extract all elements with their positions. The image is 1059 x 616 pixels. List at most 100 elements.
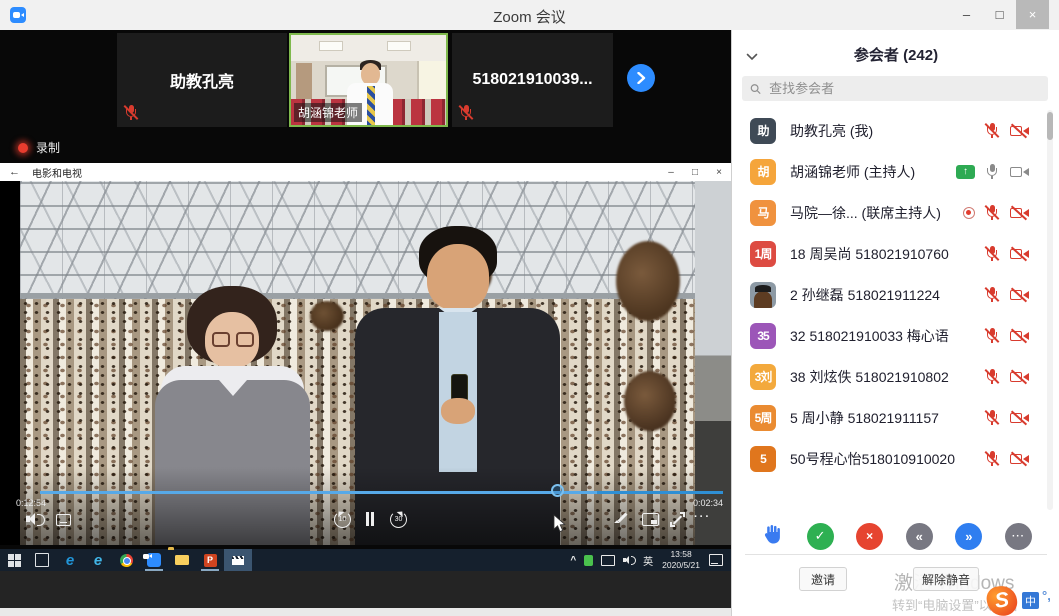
invite-button[interactable]: 邀请 [799, 567, 847, 591]
video-tile-active-speaker[interactable]: 胡涵锦老师 [289, 33, 448, 127]
participant-name: 38 刘炫佚 518021910802 [790, 367, 949, 387]
camera-muted-icon[interactable] [1009, 451, 1030, 467]
forward-30-button[interactable]: 30 [390, 511, 407, 528]
participant-name: 32 518021910033 梅心语 [790, 326, 949, 346]
scrollbar-thumb[interactable] [1047, 112, 1053, 140]
mic-muted-icon[interactable] [984, 368, 1000, 385]
avatar: 5周 [750, 405, 776, 431]
search-icon [750, 83, 761, 95]
ime-punctuation-indicator: °, [1042, 588, 1051, 603]
window-title: Zoom 会议 [0, 6, 1059, 27]
yes-button[interactable]: ✓ [807, 523, 834, 550]
tile-name: 518021910039... [472, 71, 592, 89]
player-minimize-button[interactable]: – [659, 167, 683, 178]
zoom-taskbar-icon[interactable] [140, 549, 168, 571]
rewind-10-button[interactable]: 10 [334, 511, 351, 528]
mic-muted-icon[interactable] [984, 409, 1000, 426]
mic-muted-icon[interactable] [984, 245, 1000, 262]
edit-icon[interactable] [614, 511, 630, 527]
participant-name: 胡涵锦老师 (主持人) [790, 162, 915, 182]
faster-button[interactable]: » [955, 523, 982, 550]
camera-on-icon[interactable] [1009, 164, 1030, 180]
remaining-time: 0:02:34 [693, 498, 723, 508]
tray-volume-icon[interactable] [623, 555, 635, 565]
seek-handle[interactable] [551, 484, 564, 497]
mini-view-icon[interactable] [642, 513, 659, 526]
camera-muted-icon[interactable] [1009, 205, 1030, 221]
next-participants-button[interactable] [627, 64, 655, 92]
avatar-photo [750, 282, 776, 308]
screen-share-badge: ↑ [956, 165, 975, 179]
mic-on-icon[interactable] [984, 163, 1000, 180]
mic-muted-icon[interactable] [984, 204, 1000, 221]
back-arrow-icon[interactable]: ← [9, 166, 20, 178]
file-explorer-icon[interactable] [168, 549, 196, 571]
participant-name: 5 周小静 518021911157 [790, 408, 939, 428]
start-button[interactable] [0, 549, 28, 571]
camera-muted-icon[interactable] [1009, 410, 1030, 426]
participant-row[interactable]: 5周 5 周小静 518021911157 [732, 397, 1059, 438]
raise-hand-button[interactable] [760, 522, 784, 551]
network-icon[interactable] [601, 555, 615, 566]
tray-chevron-icon[interactable]: ^ [570, 555, 576, 566]
slower-button[interactable]: « [906, 523, 933, 550]
player-maximize-button[interactable]: □ [683, 167, 707, 178]
participant-row[interactable]: 2 孙继磊 518021911224 [732, 274, 1059, 315]
chrome-icon[interactable] [112, 549, 140, 571]
camera-muted-icon[interactable] [1009, 123, 1030, 139]
powerpoint-icon[interactable]: P [196, 549, 224, 571]
close-button[interactable]: × [1016, 0, 1049, 29]
fullscreen-icon[interactable] [670, 512, 685, 527]
participant-row[interactable]: 助 助教孔亮 (我) [732, 110, 1059, 151]
seek-bar[interactable] [40, 491, 723, 494]
minimize-button[interactable]: – [950, 0, 983, 29]
participant-row[interactable]: 马 马院—徐... (联席主持人) [732, 192, 1059, 233]
camera-muted-icon[interactable] [1009, 369, 1030, 385]
search-box[interactable] [742, 76, 1048, 101]
participant-row[interactable]: 胡 胡涵锦老师 (主持人) ↑ [732, 151, 1059, 192]
video-tile-participant-1[interactable]: 助教孔亮 [117, 33, 287, 127]
ime-chinese-badge[interactable]: 中 [1022, 592, 1039, 609]
tray-date: 2020/5/21 [662, 560, 700, 571]
task-view-button[interactable] [28, 549, 56, 571]
scrollbar[interactable] [1047, 110, 1053, 510]
camera-muted-icon[interactable] [1009, 287, 1030, 303]
participant-name: 18 周吴尚 518021910760 [790, 244, 949, 264]
recording-label: 录制 [36, 139, 60, 156]
more-reactions-button[interactable]: ··· [1005, 523, 1032, 550]
mic-muted-icon[interactable] [984, 286, 1000, 303]
maximize-button[interactable]: □ [983, 0, 1016, 29]
tray-app-icon[interactable] [584, 555, 593, 566]
video-tile-participant-3[interactable]: 518021910039... [452, 33, 613, 127]
mic-muted-icon[interactable] [984, 327, 1000, 344]
edge-icon[interactable]: e [56, 549, 84, 571]
system-tray: ^ 英 13:58 2020/5/21 [566, 549, 731, 571]
movies-tv-taskbar-icon[interactable] [224, 549, 252, 571]
participant-row[interactable]: 3刘 38 刘炫佚 518021910802 [732, 356, 1059, 397]
search-input[interactable] [767, 80, 1040, 97]
participant-row[interactable]: 1周 18 周吴尚 518021910760 [732, 233, 1059, 274]
mic-muted-icon [123, 104, 139, 121]
clock[interactable]: 13:58 2020/5/21 [662, 549, 700, 570]
participant-name: 助教孔亮 (我) [790, 121, 873, 141]
action-center-icon[interactable] [709, 554, 723, 566]
avatar: 马 [750, 200, 776, 226]
player-close-button[interactable]: × [707, 167, 731, 178]
pause-button[interactable] [364, 512, 376, 526]
camera-muted-icon[interactable] [1009, 246, 1030, 262]
player-more-icon[interactable]: ··· [694, 511, 711, 523]
ime-language-indicator[interactable]: 英 [643, 553, 653, 568]
participant-row[interactable]: 35 32 518021910033 梅心语 [732, 315, 1059, 356]
mic-muted-icon[interactable] [984, 122, 1000, 139]
camera-muted-icon[interactable] [1009, 328, 1030, 344]
participant-name: 马院—徐... (联席主持人) [790, 203, 941, 223]
volume-icon[interactable] [26, 513, 40, 525]
subtitles-icon[interactable] [56, 514, 71, 526]
player-window-title: 电影和电视 [32, 165, 82, 180]
no-button[interactable]: × [856, 523, 883, 550]
unmute-all-button[interactable]: 解除静音 [913, 567, 979, 591]
avatar: 35 [750, 323, 776, 349]
internet-explorer-icon[interactable]: e [84, 549, 112, 571]
mic-muted-icon[interactable] [984, 450, 1000, 467]
participant-row[interactable]: 5 50号程心怡518010910020 [732, 438, 1059, 479]
